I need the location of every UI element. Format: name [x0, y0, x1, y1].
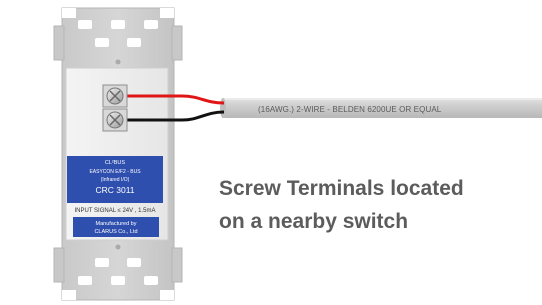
product-label: CL²BUS EASYCON E/F2 - BUS (Infrared I/O)…	[67, 156, 163, 203]
cable-label: (16AWG.) 2-WIRE - BELDEN 6200UE OR EQUAL	[258, 105, 442, 114]
strap-hole	[111, 276, 125, 285]
product-line: EASYCON E/F2 - BUS	[89, 169, 141, 175]
screw-terminal-bottom	[102, 108, 128, 132]
screw-terminal-top	[102, 84, 128, 108]
strap-hole	[111, 20, 125, 29]
manufacturer-line1: Manufactured by	[96, 221, 137, 227]
cable: (16AWG.) 2-WIRE - BELDEN 6200UE OR EQUAL	[220, 98, 542, 118]
strap-hole	[95, 38, 109, 47]
strap-hole	[95, 258, 109, 267]
model-number: CRC 3011	[95, 185, 134, 195]
strap-hole	[78, 276, 92, 285]
rivet-icon	[115, 244, 121, 250]
strap-hole	[144, 20, 158, 29]
caption: Screw Terminals located on a nearby swit…	[219, 172, 539, 238]
strap-hole	[127, 258, 141, 267]
caption-line-2: on a nearby switch	[219, 210, 409, 233]
rivet-icon	[115, 59, 121, 65]
manufacturer-label: Manufactured by CLARUS Co., Ltd	[73, 217, 159, 237]
input-signal: INPUT SIGNAL ≤ 24V , 1.5mA	[75, 208, 156, 214]
strap-hole	[144, 276, 158, 285]
manufacturer-line2: CLARUS Co., Ltd	[94, 229, 137, 235]
strap-hole	[78, 20, 92, 29]
cert-mark: CL²BUS	[105, 160, 126, 166]
strap-hole	[127, 38, 141, 47]
wiring-diagram: (16AWG.) 2-WIRE - BELDEN 6200UE OR EQUAL…	[53, 7, 542, 301]
product-subtitle: (Infrared I/O)	[101, 177, 130, 183]
caption-line-1: Screw Terminals located	[219, 177, 464, 200]
